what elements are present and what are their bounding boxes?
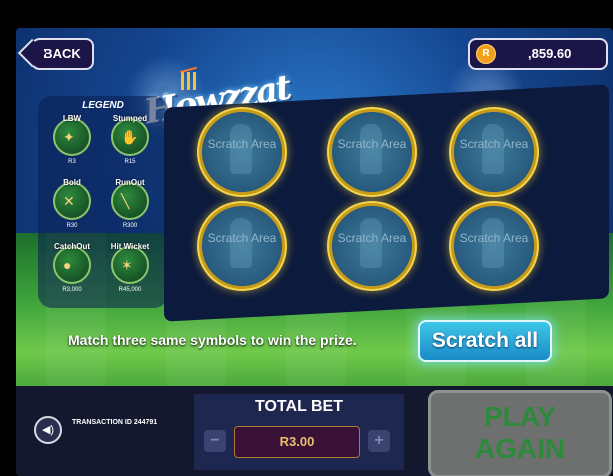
- scratch-spot[interactable]: Scratch Area: [454, 112, 534, 192]
- scratch-spot[interactable]: Scratch Area: [202, 112, 282, 192]
- scratch-spot[interactable]: Scratch Area: [332, 206, 412, 286]
- speaker-icon[interactable]: ◀): [34, 416, 62, 444]
- bottom-bar: ◀) TRANSACTION ID 244791 TOTAL BET − R3.…: [16, 386, 613, 476]
- scratch-all-button[interactable]: Scratch all: [418, 320, 552, 362]
- play-again-button[interactable]: PLAY AGAIN: [428, 390, 612, 476]
- balance-amount: ,859.60: [528, 46, 572, 61]
- legend-item-catchout: ● CatchOut R3,000: [53, 242, 91, 293]
- instructions-text: Match three same symbols to win the priz…: [68, 332, 357, 348]
- broken-wicket-icon: ✕: [63, 193, 75, 209]
- game-area: BACK R ,859.60 Howzzat LEGEND ✦ LBW R3 ✋: [16, 28, 613, 476]
- transaction-id: TRANSACTION ID 244791: [72, 419, 158, 426]
- batsman-icon: ✦: [63, 129, 75, 145]
- legend-item-runout: ╲ RunOut R300: [105, 178, 155, 229]
- scratch-spot[interactable]: Scratch Area: [454, 206, 534, 286]
- coin-icon: R: [476, 44, 496, 64]
- balance-display: R ,859.60: [468, 38, 608, 70]
- legend-item-stumped: ✋ Stumped R15: [111, 114, 149, 165]
- bet-value: R3.00: [234, 426, 360, 458]
- ball-hand-icon: ●: [63, 257, 72, 273]
- screen: BACK R ,859.60 Howzzat LEGEND ✦ LBW R3 ✋: [0, 0, 613, 476]
- back-button[interactable]: BACK: [30, 38, 94, 70]
- bat-icon: ╲: [121, 193, 130, 209]
- legend-title: LEGEND: [82, 100, 124, 111]
- decrease-bet-button[interactable]: −: [204, 430, 226, 452]
- scratch-spot[interactable]: Scratch Area: [332, 112, 412, 192]
- legend-item-bold: ✕ Bold R30: [47, 178, 97, 229]
- hit-wicket-icon: ✶: [121, 257, 133, 273]
- scratch-spot[interactable]: Scratch Area: [202, 206, 282, 286]
- total-bet-title: TOTAL BET: [255, 398, 343, 415]
- legend-item-hitwicket: ✶ Hit Wicket R45,000: [110, 242, 150, 293]
- increase-bet-button[interactable]: +: [368, 430, 390, 452]
- legend-panel: LEGEND ✦ LBW R3 ✋ Stumped R15 ✕ Bold R30…: [38, 96, 168, 308]
- gloves-icon: ✋: [121, 129, 139, 145]
- legend-item-lbw: ✦ LBW R3: [47, 114, 97, 165]
- total-bet-panel: TOTAL BET − R3.00 +: [194, 394, 404, 470]
